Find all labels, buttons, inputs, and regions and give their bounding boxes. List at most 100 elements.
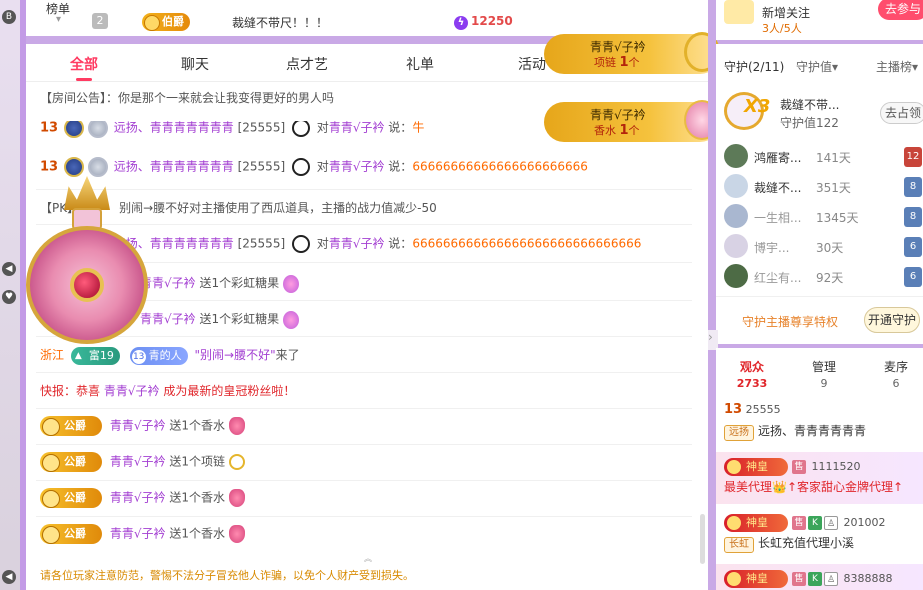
audience-list: 13 25555 远扬 远扬、青青青青青青 神皇售 1111520 最美代理👑↑客… <box>716 396 923 590</box>
guard-level-badge: 6 <box>904 237 922 257</box>
top-guard: X3 裁缝不带... 守护值122 去占领 <box>724 92 923 132</box>
chevron-down-icon[interactable]: ▾ <box>56 14 61 25</box>
guard-privilege-link[interactable]: 守护主播尊享特权 <box>742 313 838 330</box>
person-icon: ♙ <box>824 516 838 530</box>
k-icon: K <box>808 516 822 530</box>
chevron-right-icon[interactable]: › <box>708 330 718 350</box>
divider <box>36 444 692 445</box>
star-icon <box>87 157 108 177</box>
tab-chat[interactable]: 聊天 <box>181 54 209 74</box>
enter-user[interactable]: "别闹→腰不好" <box>195 348 276 362</box>
god-emperor-badge: 神皇 <box>724 514 788 532</box>
seal-icon: 售 <box>792 516 806 530</box>
room-announcement: 【房间公告】：你是那个一来就会让我变得更好的男人吗 <box>40 91 335 105</box>
chevron-up-icon[interactable]: ︽ <box>364 553 376 563</box>
earl-badge: 伯爵 <box>142 13 190 31</box>
chat-line: 13 远扬、青青青青青青青 [25555] 对青青√子衿 说：666666666… <box>40 157 588 177</box>
perfume-icon <box>228 489 245 507</box>
duke-badge: 公爵 <box>40 416 102 436</box>
divider <box>36 480 692 481</box>
panda-icon <box>291 121 310 137</box>
gift-message: 青青√子衿 送1个彩虹糖果 <box>140 274 300 293</box>
tab-guard[interactable]: 守护(2/11) <box>724 58 784 75</box>
fan-badge: 13 青的人 <box>129 346 188 365</box>
avatar <box>724 144 748 168</box>
god-emperor-badge: 神皇 <box>724 570 788 588</box>
list-item[interactable]: 神皇售 K ♙ 201002 长虹 长虹充值代理小溪 <box>716 508 923 560</box>
seal-icon: 售 <box>792 572 806 586</box>
gift-message: 青青√子衿 送1个彩虹糖果 <box>140 310 300 329</box>
panda-icon <box>291 235 310 253</box>
avatar <box>724 264 748 288</box>
join-button[interactable]: 去参与 <box>878 0 923 20</box>
right-strip <box>708 0 716 590</box>
tab-audience[interactable]: 观众 2733 <box>722 358 782 390</box>
x3-badge: X3 <box>744 96 771 117</box>
tab-anchor-rank[interactable]: 主播榜▾ <box>876 58 918 75</box>
heart-icon[interactable]: ♥ <box>2 290 16 304</box>
volume-icon[interactable]: ◀ <box>2 262 16 276</box>
god-emperor-badge: 神皇 <box>724 458 788 476</box>
rainbow-candy-icon <box>283 310 300 329</box>
perfume-icon <box>228 525 245 543</box>
perfume-icon <box>228 417 245 435</box>
k-icon: K <box>808 572 822 586</box>
guard-row[interactable]: 鸿雁寄... 141天 12 <box>724 144 922 170</box>
guard-level-badge: 6 <box>904 267 922 287</box>
divider <box>36 372 692 373</box>
rank-number: 2 <box>92 13 108 29</box>
tab-guard-value[interactable]: 守护值▾ <box>796 58 838 75</box>
rank-score: ϟ 12250 <box>454 14 513 30</box>
list-item[interactable]: 神皇售 1111520 最美代理👑↑客家甜心金牌代理↑ <box>716 452 923 504</box>
left-edge: B ◀ ♥ ◀ <box>0 0 20 590</box>
rank-row[interactable]: 2 伯爵 裁缝不带尺！！！ ϟ 12250 <box>92 13 692 33</box>
open-guard-button[interactable]: 开通守护 <box>864 307 920 333</box>
rank-user-text: 裁缝不带尺！！！ <box>232 16 329 30</box>
occupy-button[interactable]: 去占领 <box>880 102 923 124</box>
anti-fraud-notice: 请各位玩家注意防范，警惕不法分子冒充他人诈骗，以免个人财产受到损失。 <box>40 569 414 582</box>
volume-icon-bottom[interactable]: ◀ <box>2 570 16 584</box>
list-item[interactable]: 神皇售 K ♙ 8388888 <box>716 564 923 590</box>
bolt-icon: ϟ <box>454 16 468 30</box>
logo-icon: B <box>2 10 16 24</box>
chat-scrollbar[interactable] <box>700 514 705 564</box>
follow-task: 新增关注 3人/5人 去参与 <box>716 0 923 40</box>
list-item[interactable]: 13 25555 远扬 远扬、青青青青青青 <box>716 396 923 448</box>
necklace-icon <box>228 454 245 470</box>
tab-talent[interactable]: 点才艺 <box>286 54 328 74</box>
guard-panel: 守护(2/11) 守护值▾ 主播榜▾ X3 裁缝不带... 守护值122 去占领… <box>716 44 923 344</box>
avatar <box>724 234 748 258</box>
avatar <box>724 174 748 198</box>
gift-banner: 青青√子衿 项链 1个 <box>544 32 720 74</box>
guard-level-badge: 8 <box>904 177 922 197</box>
guard-footer: 守护主播尊享特权 开通守护 <box>716 296 923 344</box>
crown-icon <box>64 176 110 210</box>
tab-mic-queue[interactable]: 麦序 6 <box>866 358 923 390</box>
chat-user[interactable]: 远扬、青青青青青青青 <box>114 160 234 174</box>
divider <box>36 408 692 409</box>
noble-icon <box>63 157 84 177</box>
flash-news: 快报：恭喜 青青√子衿 成为最新的皇冠粉丝啦！ <box>40 384 296 398</box>
duke-gift-message: 公爵 青青√子衿 送1个香水 <box>40 524 245 544</box>
tab-activity[interactable]: 活动 <box>518 54 546 74</box>
panda-icon <box>291 158 310 176</box>
person-icon: ♙ <box>824 572 838 586</box>
audience-panel: 观众 2733 管理 9 麦序 6 13 25555 远扬 远扬、青青青青青青 神皇售 … <box>716 348 923 590</box>
enter-message: 浙江 富19 13青的人 "别闹→腰不好"来了 <box>40 346 300 365</box>
guard-row[interactable]: 红尘有... 92天 6 <box>724 264 922 290</box>
tab-gift-list[interactable]: 礼单 <box>406 54 434 74</box>
guard-row[interactable]: 博宇... 30天 6 <box>724 234 922 260</box>
chat-user[interactable]: 远扬、青青青青青青青 <box>114 121 234 135</box>
perfume-gift-animation <box>24 176 150 346</box>
star-icon <box>87 121 108 138</box>
tab-all[interactable]: 全部 <box>70 54 98 81</box>
guard-row[interactable]: 裁缝不... 351天 8 <box>724 174 922 200</box>
duke-gift-message: 公爵 青青√子衿 送1个香水 <box>40 488 245 508</box>
gift-banner: 青青√子衿 香水 1个 <box>544 100 720 142</box>
tab-admin[interactable]: 管理 9 <box>794 358 854 390</box>
guard-tabs: 守护(2/11) 守护值▾ 主播榜▾ <box>716 44 923 84</box>
guard-row[interactable]: 一生相... 1345天 8 <box>724 204 922 230</box>
duke-badge: 公爵 <box>40 524 102 544</box>
rainbow-candy-icon <box>283 274 300 293</box>
task-icon <box>724 0 754 24</box>
